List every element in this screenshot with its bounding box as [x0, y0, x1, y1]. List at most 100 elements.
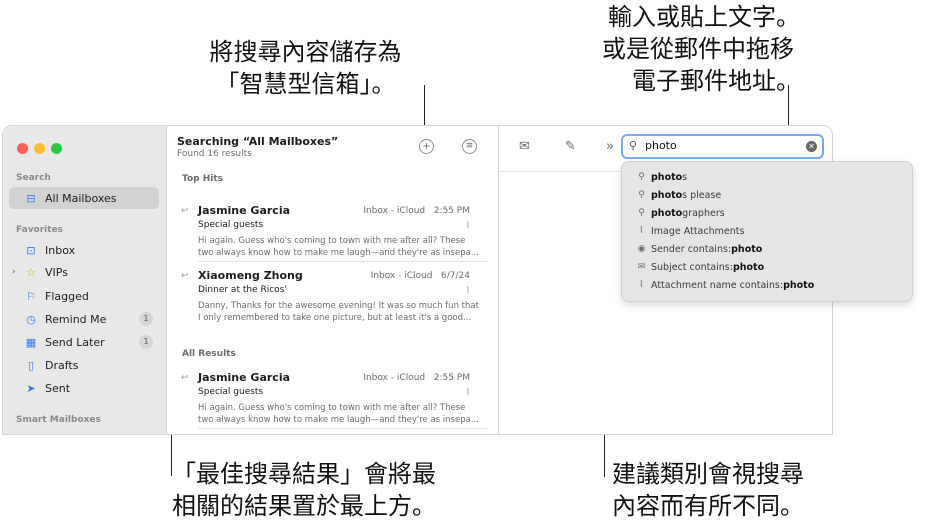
- inbox-icon: ⊡: [26, 243, 36, 257]
- sidebar-item-flagged[interactable]: ⚐ Flagged: [9, 285, 159, 307]
- results-count: Found 16 results: [177, 149, 252, 159]
- search-suggestions: ⚲ photo s ⚲ photo s please ⚲ photo graphers…: [621, 161, 913, 302]
- suggestion-item[interactable]: ◉ Sender contains: photo: [635, 241, 763, 257]
- callout-line: 將搜尋內容儲存為: [209, 38, 402, 66]
- chevron-double-right-icon[interactable]: »: [606, 139, 614, 154]
- message-row[interactable]: ↩ Jasmine Garcia Inbox - iCloud 2:55 PM …: [176, 371, 488, 433]
- close-button[interactable]: [17, 143, 28, 154]
- paperclip-icon: ⌇: [639, 280, 644, 290]
- filter-button[interactable]: ≡: [462, 139, 477, 154]
- suggestion-match: photo: [651, 207, 683, 219]
- message-time: 2:55 PM: [433, 206, 470, 216]
- suggestion-text: graphers: [682, 207, 725, 219]
- row-divider: [198, 261, 488, 262]
- message-sender: Jasmine Garcia: [198, 204, 291, 217]
- suggestion-item[interactable]: ⌇ Image Attachments: [635, 223, 744, 239]
- paperplane-icon: ➤: [26, 381, 36, 395]
- paperclip-icon: ⌇: [639, 226, 644, 236]
- sidebar-item-remind-me[interactable]: ◷ Remind Me 1: [9, 308, 159, 330]
- message-subject: Special guests: [198, 387, 264, 397]
- callout-line: 建議類別會視搜尋: [612, 460, 804, 488]
- sidebar-item-all-mailboxes[interactable]: ⊟ All Mailboxes: [9, 187, 159, 209]
- sidebar-item-label: Send Later: [45, 335, 105, 349]
- add-smart-mailbox-button[interactable]: +: [419, 139, 434, 154]
- flag-icon: ⚐: [26, 289, 36, 303]
- sidebar-item-inbox[interactable]: ⊡ Inbox: [9, 239, 159, 261]
- attachment-icon: ⌇: [465, 286, 470, 296]
- message-mailbox: Inbox - iCloud: [370, 271, 433, 281]
- message-subject: Dinner at the Ricos': [198, 285, 287, 295]
- envelope-icon: ✉: [637, 262, 646, 272]
- suggestion-item[interactable]: ⚲ photo graphers: [635, 205, 725, 221]
- attachment-icon: ⌇: [465, 388, 470, 398]
- suggestion-match: photo: [651, 171, 683, 183]
- suggestion-match: photo: [732, 261, 765, 273]
- sidebar-item-drafts[interactable]: ▯ Drafts: [9, 354, 159, 376]
- clear-search-icon[interactable]: ✕: [806, 141, 817, 152]
- unread-count-badge: 1: [139, 335, 153, 349]
- search-field[interactable]: ⚲ ✕: [621, 134, 824, 159]
- clock-icon: ◷: [26, 312, 36, 326]
- suggestion-item[interactable]: ⌇ Attachment name contains: photo: [635, 277, 814, 293]
- star-icon: ☆: [26, 265, 36, 279]
- search-icon: ⚲: [629, 139, 638, 152]
- callout-suggestion-categories: 建議類別會視搜尋 內容而有所不同。: [612, 458, 872, 522]
- suggestion-item[interactable]: ⚲ photo s please: [635, 187, 721, 203]
- callout-type-or-paste: 輸入或貼上文字。 或是從郵件中拖移 電子郵件地址。: [540, 1, 800, 97]
- row-divider: [198, 428, 488, 429]
- message-preview: Danny, Thanks for the awesome evening! I…: [198, 301, 479, 323]
- unread-count-badge: 1: [139, 312, 153, 326]
- chevron-right-icon[interactable]: ›: [12, 267, 16, 277]
- sidebar-item-label: Flagged: [45, 289, 89, 303]
- sidebar-item-sent[interactable]: ➤ Sent: [9, 377, 159, 399]
- message-row[interactable]: ↩ Jasmine Garcia Inbox - iCloud 2:55 PM …: [176, 204, 488, 266]
- suggestion-text: Subject contains:: [651, 261, 733, 273]
- sidebar-item-label: All Mailboxes: [45, 191, 117, 205]
- search-input[interactable]: [645, 139, 795, 152]
- suggestion-match: photo: [651, 189, 683, 201]
- message-sender: Jasmine Garcia: [198, 371, 291, 384]
- sidebar-item-send-later[interactable]: ▦ Send Later 1: [9, 331, 159, 353]
- attachment-icon: ⌇: [465, 221, 470, 231]
- document-icon: ▯: [27, 358, 35, 372]
- callout-line: 「最佳搜尋結果」會將最: [172, 460, 436, 488]
- message-preview: Hi again. Guess who's coming to town wit…: [198, 236, 479, 258]
- sidebar-section-smart-mailboxes: Smart Mailboxes: [16, 415, 101, 425]
- sidebar-item-label: VIPs: [45, 265, 68, 279]
- message-list: Searching “All Mailboxes” Found 16 resul…: [168, 126, 499, 434]
- calendar-icon: ▦: [25, 335, 37, 349]
- envelope-icon[interactable]: ✉: [519, 139, 530, 154]
- zoom-button[interactable]: [51, 143, 62, 154]
- suggestion-text: Sender contains:: [651, 243, 732, 255]
- replied-icon: ↩: [181, 373, 189, 383]
- message-sender: Xiaomeng Zhong: [198, 269, 303, 282]
- message-row[interactable]: ↩ Xiaomeng Zhong Inbox - iCloud 6/7/24 D…: [176, 269, 488, 331]
- callout-line: 電子郵件地址。: [632, 67, 800, 95]
- magnifier-icon: ⚲: [638, 208, 645, 218]
- message-time: 6/7/24: [441, 271, 470, 281]
- sidebar-item-label: Inbox: [45, 243, 76, 257]
- replied-icon: ↩: [181, 206, 189, 216]
- sidebar-item-label: Sent: [45, 381, 71, 395]
- minimize-button[interactable]: [34, 143, 45, 154]
- sidebar-item-vips[interactable]: › ☆ VIPs: [9, 261, 159, 283]
- sidebar-section-favorites: Favorites: [16, 225, 64, 235]
- magnifier-icon: ⚲: [638, 190, 645, 200]
- person-icon: ◉: [637, 244, 646, 254]
- callout-line: 或是從郵件中拖移: [602, 35, 794, 63]
- tray-icon: ⊟: [26, 191, 36, 205]
- suggestion-item[interactable]: ⚲ photo s: [635, 169, 687, 185]
- callout-line: 「智慧型信箱」。: [215, 70, 396, 98]
- message-subject: Special guests: [198, 220, 264, 230]
- suggestion-text: Image Attachments: [651, 225, 745, 237]
- message-mailbox-time: Inbox - iCloud 2:55 PM: [363, 373, 470, 383]
- compose-icon[interactable]: ✎: [565, 139, 576, 154]
- top-hits-label: Top Hits: [182, 174, 223, 184]
- replied-icon: ↩: [181, 271, 189, 281]
- message-mailbox: Inbox - iCloud: [363, 206, 426, 216]
- magnifier-icon: ⚲: [638, 172, 645, 182]
- suggestion-match: photo: [783, 279, 815, 291]
- suggestion-text: Attachment name contains:: [651, 279, 784, 291]
- sidebar-section-search: Search: [16, 173, 51, 183]
- suggestion-item[interactable]: ✉ Subject contains: photo: [635, 259, 764, 275]
